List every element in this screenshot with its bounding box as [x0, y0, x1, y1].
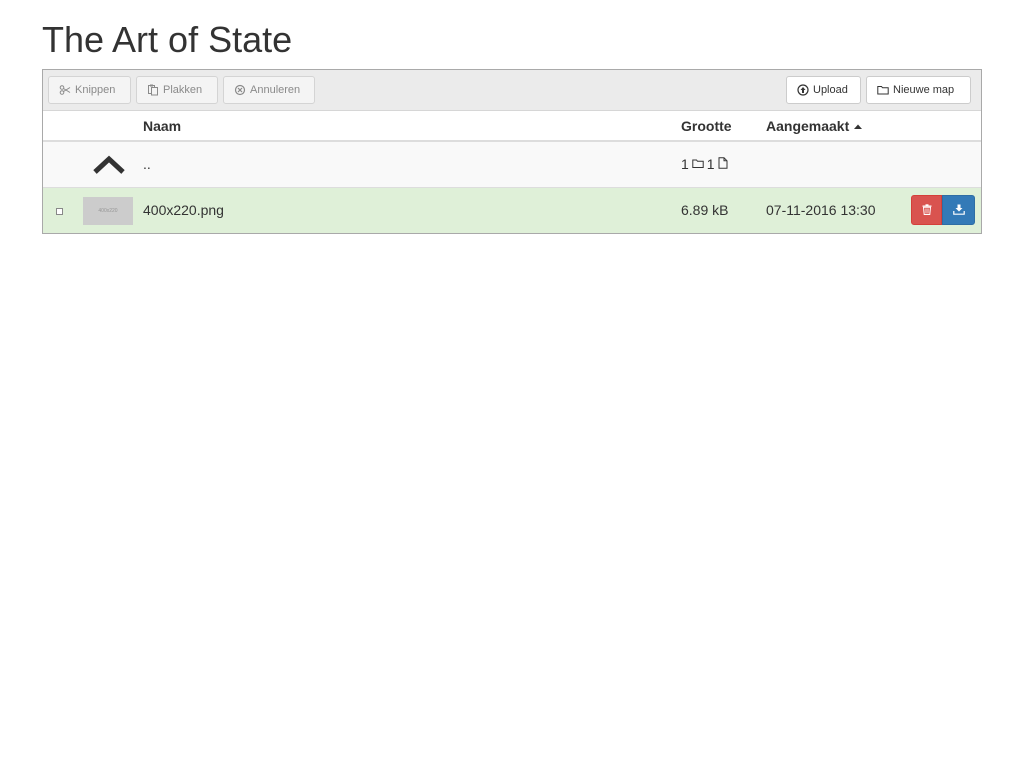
clipboard-icon: [147, 84, 159, 96]
file-browser: Knippen Plakken Annuleren Upload Nieuwe …: [42, 69, 982, 234]
folder-file-counts: 1 1: [681, 156, 728, 172]
toolbar: Knippen Plakken Annuleren Upload Nieuwe …: [43, 70, 981, 111]
folder-icon: [692, 156, 704, 172]
paste-label: Plakken: [163, 84, 203, 96]
delete-button[interactable]: [911, 195, 942, 225]
paste-button[interactable]: Plakken: [136, 76, 218, 104]
caret-up-icon: [853, 118, 863, 134]
folder-count: 1: [681, 156, 689, 172]
scissors-icon: [59, 84, 71, 96]
cancel-button[interactable]: Annuleren: [223, 76, 315, 104]
table-row[interactable]: 400x220 400x220.png 6.89 kB 07-11-2016 1…: [43, 188, 981, 233]
page-title: The Art of State: [42, 19, 293, 60]
file-name[interactable]: 400x220.png: [143, 202, 224, 218]
column-header-created[interactable]: Aangemaakt: [766, 118, 863, 134]
folder-icon: [877, 84, 889, 96]
download-icon: [952, 202, 965, 218]
file-thumbnail[interactable]: 400x220: [83, 197, 133, 225]
file-count: 1: [706, 156, 715, 172]
cut-label: Knippen: [75, 84, 116, 96]
parent-folder-name[interactable]: ..: [143, 156, 151, 172]
upload-label: Upload: [813, 84, 848, 96]
upload-button[interactable]: Upload: [786, 76, 861, 104]
parent-folder-row[interactable]: .. 1 1: [43, 142, 981, 188]
new-folder-button[interactable]: Nieuwe map: [866, 76, 971, 104]
table-header: Naam Grootte Aangemaakt: [43, 111, 981, 142]
chevron-up-icon: [93, 154, 125, 176]
file-icon: [718, 156, 728, 172]
column-header-size[interactable]: Grootte: [681, 118, 732, 134]
download-button[interactable]: [942, 195, 975, 225]
new-folder-label: Nieuwe map: [893, 84, 955, 96]
column-header-created-label: Aangemaakt: [766, 118, 850, 134]
cancel-label: Annuleren: [250, 84, 301, 96]
cancel-circle-icon: [234, 84, 246, 96]
thumbnail-label: 400x220: [98, 208, 118, 214]
upload-circle-icon: [797, 84, 809, 96]
file-created-date: 07-11-2016 13:30: [766, 202, 876, 218]
trash-icon: [922, 202, 932, 218]
file-size: 6.89 kB: [681, 202, 729, 218]
column-header-name[interactable]: Naam: [143, 118, 181, 134]
row-checkbox[interactable]: [56, 208, 63, 215]
cut-button[interactable]: Knippen: [48, 76, 131, 104]
